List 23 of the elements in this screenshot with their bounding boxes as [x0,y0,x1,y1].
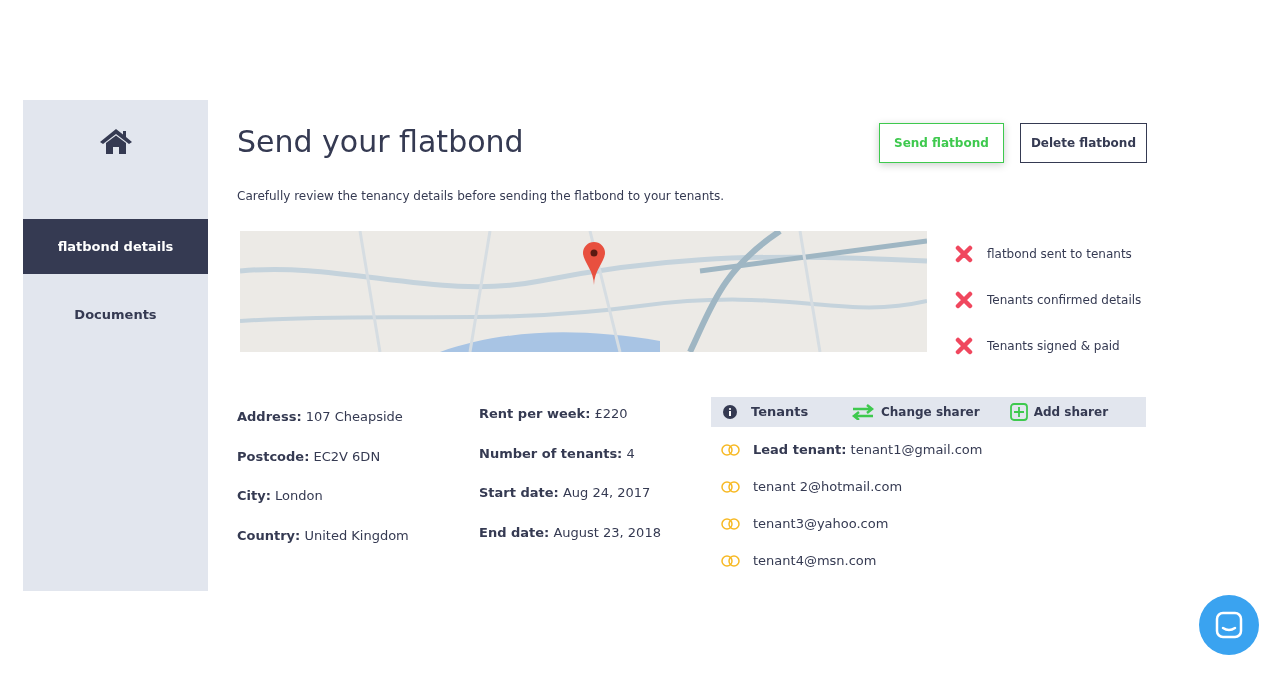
page-title: Send your flatbond [237,124,524,160]
detail-text: City: London [237,487,324,505]
detail-text: Country: United Kingdom [237,526,410,545]
tenants-title: Tenants [751,403,810,422]
delete-button[interactable]: Delete flatbond [1019,123,1147,163]
detail-text: Rent per week: £220 [479,405,629,423]
detail-text: Postcode: EC2V 6DN [237,447,382,466]
detail-text: Start date: Aug 24, 2017 [479,484,652,502]
add-sharer-button[interactable]: Add sharer [1009,403,1109,421]
detail-text: End date: August 23, 2018 [479,523,662,542]
tenant-email: tenant 2@hotmail.com [753,477,903,496]
sidebar-item[interactable]: Documents [23,287,208,342]
detail-text: Address: 107 Cheapside [237,408,404,426]
detail-text: Number of tenants: 4 [479,444,636,463]
status-text: Tenants signed & paid [987,338,1120,355]
status-text: flatbond sent to tenants [987,246,1132,263]
tenant-email: tenant4@msn.com [753,551,877,570]
change-sharer-button[interactable]: Change sharer [851,403,980,421]
status-text: Tenants confirmed details [987,292,1142,309]
tenant-email: tenant3@yahoo.com [753,514,889,533]
sidebar-item[interactable]: flatbond details [23,219,208,274]
description-text: Carefully review the tenancy details before sending the flatbond to your tenants. [237,188,726,205]
tenant-email: Lead tenant: tenant1@gmail.com [753,440,983,459]
